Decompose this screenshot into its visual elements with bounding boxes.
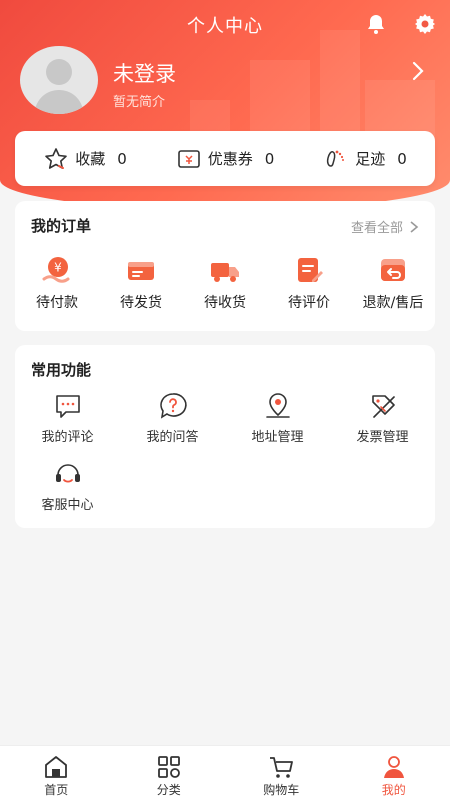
nav-label: 我的	[381, 783, 406, 797]
bell-icon[interactable]	[364, 12, 388, 36]
nav-home[interactable]: 首页	[0, 746, 113, 800]
func-invoice-management[interactable]: 发票管理	[330, 391, 435, 445]
user-name[interactable]: 未登录	[113, 58, 176, 88]
invoice-icon	[371, 395, 395, 418]
order-item-label: 待收货	[204, 295, 246, 311]
order-pending-review[interactable]: 待评价	[267, 255, 351, 312]
functions-card: 常用功能 我的评论 我的问答 地址管理 发票管理 客服中心	[15, 345, 435, 528]
func-my-comments[interactable]: 我的评论	[15, 391, 120, 445]
star-icon	[45, 147, 68, 169]
stat-label: 优惠券	[207, 150, 253, 168]
order-refund-aftersales[interactable]: 退款/售后	[351, 255, 435, 312]
truck-icon	[211, 263, 239, 282]
user-bio: 暂无简介	[113, 95, 166, 110]
stat-favorites[interactable]: 收藏 0	[15, 146, 155, 172]
nav-cart[interactable]: 购物车	[225, 746, 338, 800]
order-item-label: 退款/售后	[362, 295, 424, 311]
orders-title: 我的订单	[31, 217, 92, 235]
user-icon	[383, 756, 404, 778]
func-label: 客服中心	[41, 498, 94, 513]
order-item-label: 待付款	[36, 295, 78, 311]
order-item-label: 待发货	[120, 295, 162, 311]
nav-label: 首页	[44, 783, 69, 797]
stat-count: 0	[117, 149, 127, 168]
svg-text:¥: ¥	[54, 261, 62, 275]
nav-category[interactable]: 分类	[113, 746, 226, 800]
nav-mine[interactable]: 我的	[338, 746, 450, 800]
order-pending-receipt[interactable]: 待收货	[183, 255, 267, 312]
avatar[interactable]	[20, 46, 98, 114]
location-icon	[265, 393, 290, 418]
chevron-right-icon[interactable]	[410, 60, 426, 82]
functions-title: 常用功能	[31, 361, 92, 379]
view-all-orders-link[interactable]: 查看全部	[351, 217, 419, 236]
func-label: 我的问答	[146, 430, 199, 445]
func-label: 发票管理	[356, 430, 409, 445]
headset-icon	[55, 464, 80, 483]
gear-icon[interactable]	[413, 12, 437, 36]
stat-count: 0	[397, 149, 407, 168]
yuan-coin-icon: ¥	[42, 257, 70, 283]
order-item-label: 待评价	[288, 295, 330, 311]
wallet-icon	[128, 262, 154, 280]
home-icon	[45, 756, 68, 778]
order-pending-shipment[interactable]: 待发货	[99, 255, 183, 312]
func-label: 我的评论	[41, 430, 94, 445]
orders-card: 我的订单 查看全部 ¥ 待付款 待发货 待收货 待评价 退款/售后	[15, 201, 435, 331]
chevron-right-icon	[410, 220, 419, 233]
nav-label: 购物车	[263, 783, 300, 797]
bottom-nav: 首页 分类 购物车 我的	[0, 745, 450, 800]
footprint-icon	[327, 150, 345, 167]
category-icon	[157, 756, 180, 778]
return-icon	[381, 259, 405, 281]
coupon-icon	[177, 149, 200, 168]
order-pending-payment[interactable]: ¥ 待付款	[15, 255, 99, 312]
stat-count: 0	[264, 149, 275, 168]
func-customer-service[interactable]: 客服中心	[15, 459, 120, 513]
edit-note-icon	[298, 258, 323, 282]
nav-label: 分类	[156, 783, 181, 797]
func-label: 地址管理	[251, 430, 304, 445]
func-address-management[interactable]: 地址管理	[225, 391, 330, 445]
stat-coupons[interactable]: 优惠券 0	[155, 146, 295, 172]
stats-card: 收藏 0 优惠券 0 足迹 0	[15, 131, 435, 186]
cart-icon	[270, 757, 294, 778]
func-my-qa[interactable]: 我的问答	[120, 391, 225, 445]
view-all-label: 查看全部	[350, 221, 403, 236]
comment-icon	[55, 395, 80, 418]
stat-footprints[interactable]: 足迹 0	[295, 146, 435, 172]
question-icon	[159, 393, 187, 419]
stat-label: 收藏	[75, 150, 106, 168]
stat-label: 足迹	[355, 150, 386, 168]
